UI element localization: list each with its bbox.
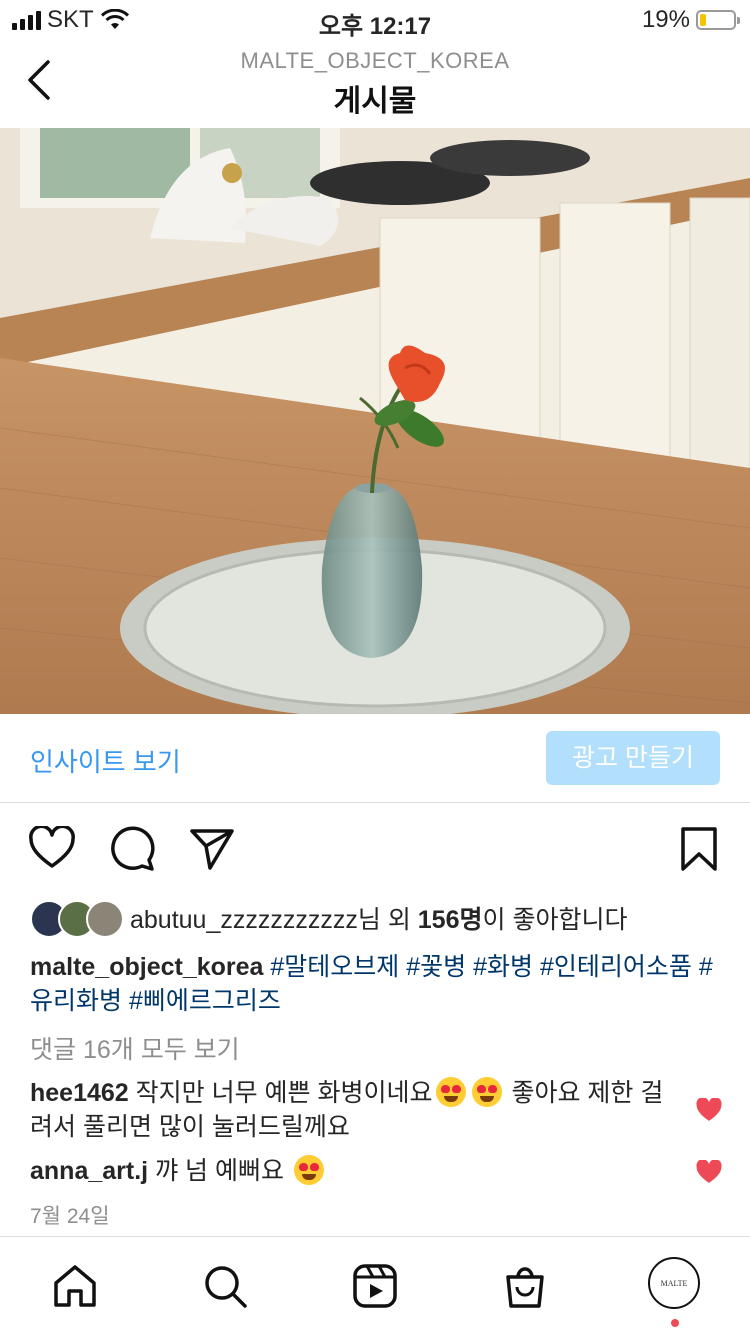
hashtag[interactable]: #삐에르그리즈 bbox=[129, 987, 281, 1015]
battery-icon bbox=[696, 10, 740, 30]
comment-text: 작지만 너무 예쁜 화병이네요 bbox=[135, 1079, 433, 1107]
heart-eyes-emoji-icon bbox=[435, 1077, 466, 1107]
avatar bbox=[86, 900, 124, 938]
bottom-tab-bar: MALTE bbox=[0, 1236, 750, 1335]
navigation-header: MALTE_OBJECT_KOREA 게시물 bbox=[0, 40, 750, 128]
post-actions bbox=[0, 820, 750, 880]
comment-item: anna_art.j 꺄 넘 예뻐요 bbox=[30, 1154, 670, 1188]
home-icon[interactable] bbox=[52, 1263, 98, 1309]
view-all-comments-link[interactable]: 댓글 16개 모두 보기 bbox=[30, 1030, 240, 1066]
heart-eyes-emoji-icon bbox=[471, 1077, 502, 1107]
hashtag[interactable]: #인테리어소품 bbox=[540, 953, 692, 981]
bookmark-icon[interactable] bbox=[680, 826, 718, 872]
comment-item: hee1462 작지만 너무 예쁜 화병이네요 좋아요 제한 걸려서 풀리면 많… bbox=[30, 1076, 670, 1144]
profile-avatar[interactable]: MALTE bbox=[648, 1257, 700, 1309]
battery-percent: 19% bbox=[641, 6, 690, 33]
insight-bar: 인사이트 보기 광고 만들기 bbox=[0, 714, 750, 803]
clock: 오후 12:17 bbox=[318, 13, 432, 40]
create-ad-button[interactable]: 광고 만들기 bbox=[546, 731, 720, 785]
comment-username[interactable]: anna_art.j bbox=[30, 1157, 148, 1185]
profile-logo-text: MALTE bbox=[660, 1278, 688, 1288]
account-name[interactable]: MALTE_OBJECT_KOREA bbox=[0, 48, 750, 74]
comment-username[interactable]: hee1462 bbox=[30, 1079, 129, 1107]
liker-username[interactable]: abutuu_zzzzzzzzzzz bbox=[130, 906, 358, 934]
post-image[interactable] bbox=[0, 128, 750, 714]
page-title: 게시물 bbox=[333, 85, 417, 118]
notification-dot bbox=[671, 1319, 679, 1327]
share-icon[interactable] bbox=[188, 826, 236, 872]
shop-icon[interactable] bbox=[502, 1263, 548, 1309]
caption-username[interactable]: malte_object_korea bbox=[30, 953, 263, 981]
hashtag[interactable]: #꽃병 bbox=[406, 953, 466, 981]
reels-icon[interactable] bbox=[352, 1263, 398, 1309]
hashtag[interactable]: #말테오브제 bbox=[270, 953, 399, 981]
hashtag[interactable]: #화병 bbox=[473, 953, 533, 981]
view-insights-link[interactable]: 인사이트 보기 bbox=[30, 742, 181, 779]
post-photo-illustration bbox=[0, 128, 750, 714]
battery-status: 19% bbox=[641, 6, 740, 34]
likes-middle: 님 외 bbox=[357, 906, 418, 934]
comment-like-heart-icon[interactable] bbox=[696, 1098, 722, 1122]
comment-text: 꺄 넘 예뻐요 bbox=[155, 1157, 284, 1185]
likes-summary[interactable]: abutuu_zzzzzzzzzzz님 외 156명이 좋아합니다 bbox=[30, 898, 730, 938]
status-bar: SKT 오후 12:17 19% bbox=[0, 0, 750, 40]
heart-eyes-emoji-icon bbox=[293, 1155, 324, 1185]
search-icon[interactable] bbox=[202, 1263, 248, 1309]
comment-icon[interactable] bbox=[108, 826, 156, 872]
likes-text: abutuu_zzzzzzzzzzz님 외 156명이 좋아합니다 bbox=[130, 900, 627, 936]
likes-count[interactable]: 156명 bbox=[418, 906, 483, 934]
liker-avatars bbox=[30, 900, 124, 938]
likes-suffix: 이 좋아합니다 bbox=[482, 906, 628, 934]
post-caption: malte_object_korea #말테오브제 #꽃병 #화병 #인테리어소… bbox=[30, 950, 730, 1018]
post-date: 7월 24일 bbox=[30, 1205, 110, 1228]
heart-icon[interactable] bbox=[28, 826, 76, 870]
comment-like-heart-icon[interactable] bbox=[696, 1160, 722, 1184]
